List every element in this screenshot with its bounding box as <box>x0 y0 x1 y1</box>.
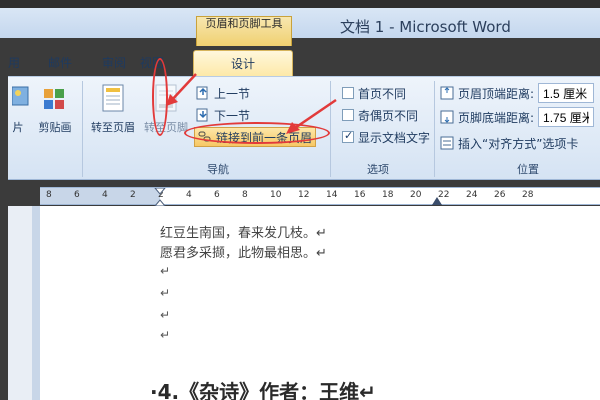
prev-section-label: 上一节 <box>214 86 251 101</box>
ruler-tick-label: 8 <box>46 190 52 200</box>
doc-line-1[interactable]: 红豆生南国，春来发几枝。↵ <box>160 222 327 241</box>
ribbon-tabs: 用 邮件 审阅 视图 设计 <box>8 50 600 76</box>
show-document-text-option[interactable]: 显示文档文字 <box>342 127 430 147</box>
right-indent-marker-icon[interactable] <box>432 197 442 205</box>
insert-alignment-tab-label: 插入“对齐方式”选项卡 <box>458 136 579 151</box>
doc-line-2[interactable]: 愿君多采撷，此物最相思。↵ <box>160 242 327 261</box>
ruler-tick-label: 14 <box>326 190 338 200</box>
footer-bottom-distance-label: 页脚底端距离: <box>458 110 535 125</box>
horizontal-ruler[interactable]: 8 6 4 2 2 4 6 8 10 12 14 16 18 20 22 24 26 28 <box>40 187 600 206</box>
ruler-tick-label: 6 <box>214 190 220 200</box>
group-label-options: 选项 <box>367 163 389 176</box>
annotation-arrow-2 <box>286 98 337 134</box>
next-section-icon <box>196 108 210 122</box>
ruler-tick-label: 4 <box>102 190 108 200</box>
empty-paragraph-mark: ↵ <box>160 286 171 300</box>
ruler-tick-label: 2 <box>130 190 136 200</box>
document-page[interactable]: 红豆生南国，春来发几枝。↵ 愿君多采撷，此物最相思。↵ ↵ ↵ ↵ ↵ ·4.《… <box>40 206 600 400</box>
picture-label: 片 <box>12 121 24 134</box>
indent-marker-icon[interactable] <box>154 188 166 206</box>
ruler-tick-label: 6 <box>74 190 80 200</box>
header-distance-icon <box>440 86 454 100</box>
odd-even-different-option[interactable]: 奇偶页不同 <box>342 105 418 125</box>
ruler-tick-label: 18 <box>382 190 394 200</box>
ruler-tick-label: 20 <box>410 190 422 200</box>
ruler-tick-label: 26 <box>494 190 506 200</box>
group-label-navigation: 导航 <box>207 163 229 176</box>
goto-footer-label: 转至页脚 <box>144 121 188 134</box>
tab-review[interactable]: 审阅 <box>102 54 126 71</box>
footer-bottom-distance-input[interactable] <box>538 107 595 127</box>
alignment-tab-icon <box>440 136 454 150</box>
tab-design[interactable]: 设计 <box>193 50 293 76</box>
empty-paragraph-mark: ↵ <box>160 264 171 278</box>
picture-button[interactable]: 片 <box>8 83 29 135</box>
goto-header-label: 转至页眉 <box>91 121 135 134</box>
first-page-label: 首页不同 <box>358 86 407 101</box>
annotation-arrow-1 <box>166 73 197 106</box>
group-separator <box>434 81 435 177</box>
footer-distance-icon <box>440 110 454 124</box>
show-text-label: 显示文档文字 <box>358 130 431 145</box>
odd-even-checkbox[interactable] <box>342 109 354 121</box>
insert-alignment-tab-button[interactable]: 插入“对齐方式”选项卡 <box>440 133 578 153</box>
header-top-distance-row: 页眉顶端距离: <box>440 83 595 103</box>
odd-even-label: 奇偶页不同 <box>358 108 419 123</box>
goto-header-button[interactable]: 转至页眉 <box>86 83 140 135</box>
clip-art-button[interactable]: 剪贴画 <box>32 83 78 135</box>
footer-bottom-distance-row: 页脚底端距离: <box>440 107 595 127</box>
group-label-position: 位置 <box>517 163 539 176</box>
title-bar: 页眉和页脚工具 文档 1 - Microsoft Word <box>0 0 600 46</box>
document-heading[interactable]: ·4.《杂诗》作者：王维↵ <box>150 376 376 400</box>
empty-paragraph-mark: ↵ <box>160 308 171 322</box>
empty-paragraph-mark: ↵ <box>160 328 171 342</box>
first-page-checkbox[interactable] <box>342 87 354 99</box>
header-footer-tools-tab-group: 页眉和页脚工具 <box>196 16 292 46</box>
window-title: 文档 1 - Microsoft Word <box>340 18 511 36</box>
picture-icon <box>8 83 34 113</box>
header-top-distance-input[interactable] <box>538 83 595 103</box>
vertical-ruler[interactable] <box>32 206 40 400</box>
prev-section-button[interactable]: 上一节 <box>196 83 250 103</box>
ruler-tick-label: 24 <box>466 190 478 200</box>
show-text-checkbox[interactable] <box>342 129 354 143</box>
first-page-different-option[interactable]: 首页不同 <box>342 83 406 103</box>
header-top-distance-label: 页眉顶端距离: <box>458 86 535 101</box>
ruler-tick-label: 28 <box>522 190 534 200</box>
clip-art-icon <box>42 83 68 113</box>
tab-partial[interactable]: 用 <box>8 54 20 71</box>
ruler-tick-label: 12 <box>298 190 310 200</box>
tab-mailings[interactable]: 邮件 <box>48 54 72 71</box>
ruler-tick-label: 8 <box>242 190 248 200</box>
ruler-tick-label: 10 <box>270 190 282 200</box>
ruler-tick-label: 4 <box>186 190 192 200</box>
ruler-margin <box>40 188 160 204</box>
ruler-tick-label: 16 <box>354 190 366 200</box>
clip-art-label: 剪贴画 <box>38 121 72 134</box>
next-section-label: 下一节 <box>214 108 251 123</box>
group-separator <box>82 81 83 177</box>
goto-header-icon <box>100 83 126 113</box>
